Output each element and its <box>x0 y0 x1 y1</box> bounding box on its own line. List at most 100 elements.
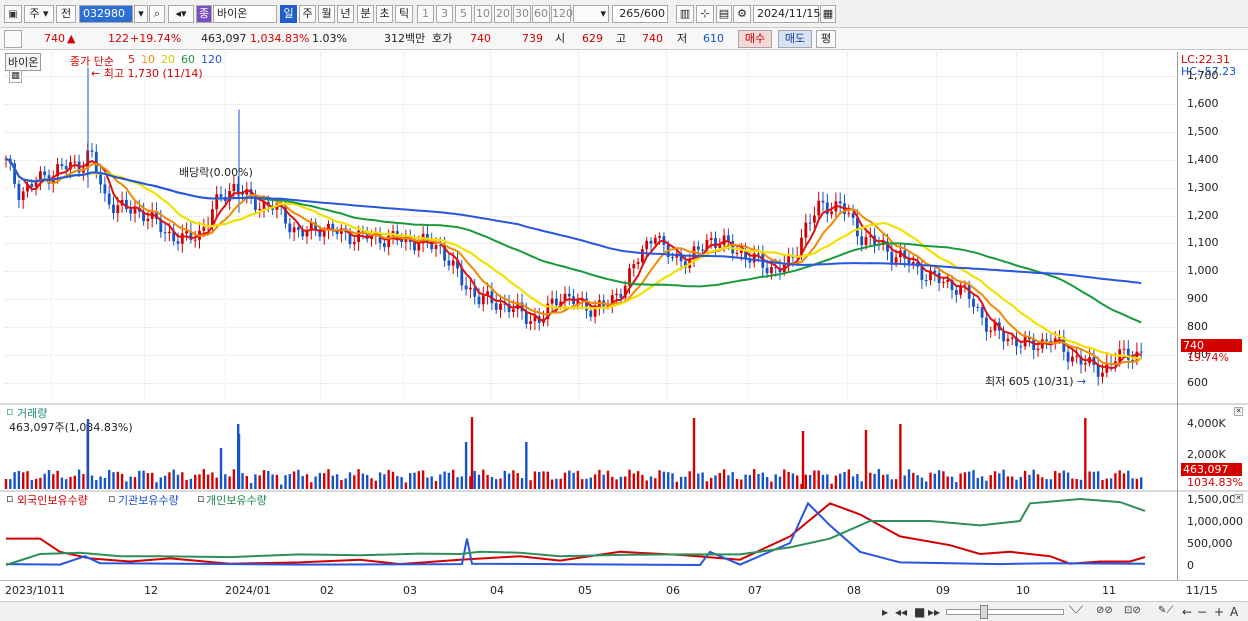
zoom-slider-handle[interactable] <box>980 605 988 619</box>
interval-120-button[interactable]: 120 <box>551 5 573 23</box>
volume-bar <box>103 477 107 489</box>
volume-bar <box>925 481 928 489</box>
interval-dropdown[interactable]: ▾ <box>573 5 609 23</box>
candle-body <box>619 293 623 298</box>
period-minute-button[interactable]: 분 <box>357 5 374 23</box>
pen-icon[interactable]: ✎⟋ <box>1158 605 1173 616</box>
period-day-button[interactable]: 일 <box>280 5 297 23</box>
candle-body <box>232 183 236 191</box>
volume-bar <box>783 469 786 489</box>
interval-1-button[interactable]: 1 <box>417 5 434 23</box>
candle-body <box>133 208 137 214</box>
volume-bar <box>843 472 846 489</box>
volume-bar <box>262 470 266 489</box>
volume-bar <box>933 473 936 489</box>
settings-icon[interactable]: ⚙ <box>733 5 751 23</box>
zoom-in-icon[interactable]: + <box>1214 605 1224 619</box>
interval-20-button[interactable]: 20 <box>494 5 512 23</box>
save-icon[interactable]: ▤ <box>716 5 732 23</box>
volume-bar <box>1127 470 1130 489</box>
date-field[interactable]: 2024/11/15 <box>753 5 820 23</box>
interval-30-button[interactable]: 30 <box>513 5 531 23</box>
volume-bar <box>288 473 291 489</box>
font-size-icon[interactable]: A <box>1230 605 1238 619</box>
candle-body <box>1066 351 1070 362</box>
volume-bar <box>47 469 51 489</box>
trade-amount: 312백만 <box>384 32 426 45</box>
volume-bar <box>1041 477 1044 489</box>
scroll-rewind-icon[interactable]: ◂◂ <box>895 605 907 619</box>
stock-name-field[interactable]: 바이온 <box>213 5 277 23</box>
x-label-2023-10: 2023/10 <box>5 584 51 597</box>
ruler-icon[interactable]: ⟍⟋ <box>1069 605 1083 616</box>
volume-bar <box>602 474 605 489</box>
volume-bar <box>525 442 528 489</box>
quote-toggle-icon[interactable] <box>4 30 22 48</box>
candle-body <box>288 223 292 233</box>
zoom-slider[interactable] <box>946 609 1064 615</box>
volume-panel-close-icon[interactable]: ✕ <box>1234 407 1243 416</box>
volume-bar <box>275 474 279 489</box>
volume-bar <box>886 474 889 489</box>
volume-bar <box>464 442 468 489</box>
chart-type-select[interactable]: 주 ▾ <box>24 5 54 23</box>
scroll-left-icon[interactable]: ← <box>1182 605 1192 619</box>
average-button[interactable]: 평 <box>816 30 836 48</box>
candle-body <box>383 243 386 248</box>
volume-bar <box>955 482 958 489</box>
calendar-icon[interactable]: ▦ <box>820 5 836 23</box>
period-year-button[interactable]: 년 <box>337 5 354 23</box>
price-chart[interactable] <box>0 51 1176 403</box>
fast-forward-icon[interactable]: ▸▸ <box>928 605 940 619</box>
buy-button[interactable]: 매수 <box>738 30 772 48</box>
volume-bar <box>400 477 403 489</box>
volume-bar <box>305 474 309 489</box>
x-label-09: 09 <box>936 584 950 597</box>
ask-price: 740 <box>470 32 491 45</box>
stop-icon[interactable]: ■ <box>914 605 925 619</box>
period-tick-button[interactable]: 틱 <box>395 5 413 23</box>
sell-button[interactable]: 매도 <box>778 30 812 48</box>
draw-tool-icon[interactable]: ⊘⊘ <box>1096 605 1113 616</box>
volume-bar <box>357 469 360 489</box>
crosshair-icon[interactable]: ⊹ <box>696 5 714 23</box>
code-dropdown-icon[interactable]: ▾ <box>134 5 148 23</box>
holding-chart[interactable] <box>0 492 1176 580</box>
interval-10-button[interactable]: 10 <box>474 5 492 23</box>
volume-bar <box>499 478 502 489</box>
volume-chart[interactable] <box>0 405 1176 490</box>
candle-body <box>1036 348 1040 351</box>
scroll-right-icon[interactable]: ▸ <box>882 605 888 619</box>
interval-60-button[interactable]: 60 <box>532 5 550 23</box>
volume-bar <box>1140 477 1143 489</box>
interval-3-button[interactable]: 3 <box>436 5 453 23</box>
volume-bar <box>830 483 833 489</box>
bar-count-field[interactable]: 265/600 <box>612 5 668 23</box>
period-month-button[interactable]: 월 <box>318 5 335 23</box>
volume-bar <box>710 477 713 489</box>
candle-body <box>215 194 219 210</box>
holding-panel-close-icon[interactable]: ✕ <box>1234 494 1243 503</box>
volume-bar <box>378 472 382 489</box>
candle-body <box>890 251 894 263</box>
candle-icon[interactable]: ▥ <box>676 5 694 23</box>
interval-5-button[interactable]: 5 <box>455 5 472 23</box>
search-icon[interactable]: ⌕ <box>149 5 165 23</box>
prev-button[interactable]: 전 <box>56 5 76 23</box>
low-price: 610 <box>703 32 724 45</box>
open-label: 시 <box>555 32 566 45</box>
candle-body <box>103 184 107 194</box>
volume-bar <box>39 477 42 489</box>
candle-body <box>60 164 64 166</box>
period-second-button[interactable]: 초 <box>376 5 393 23</box>
zoom-out-icon[interactable]: − <box>1197 605 1207 619</box>
period-week-button[interactable]: 주 <box>299 5 316 23</box>
window-icon[interactable]: ▣ <box>4 5 22 23</box>
volume-bar <box>774 474 777 489</box>
speaker-icon[interactable]: ◂▾ <box>168 5 194 23</box>
volume-bar <box>753 469 756 489</box>
price-tick-label: 800 <box>1187 320 1208 334</box>
volume-bar <box>744 474 747 489</box>
stock-code-input[interactable]: 032980 <box>79 5 133 23</box>
restore-icon[interactable]: ⊡⊘ <box>1124 605 1141 616</box>
